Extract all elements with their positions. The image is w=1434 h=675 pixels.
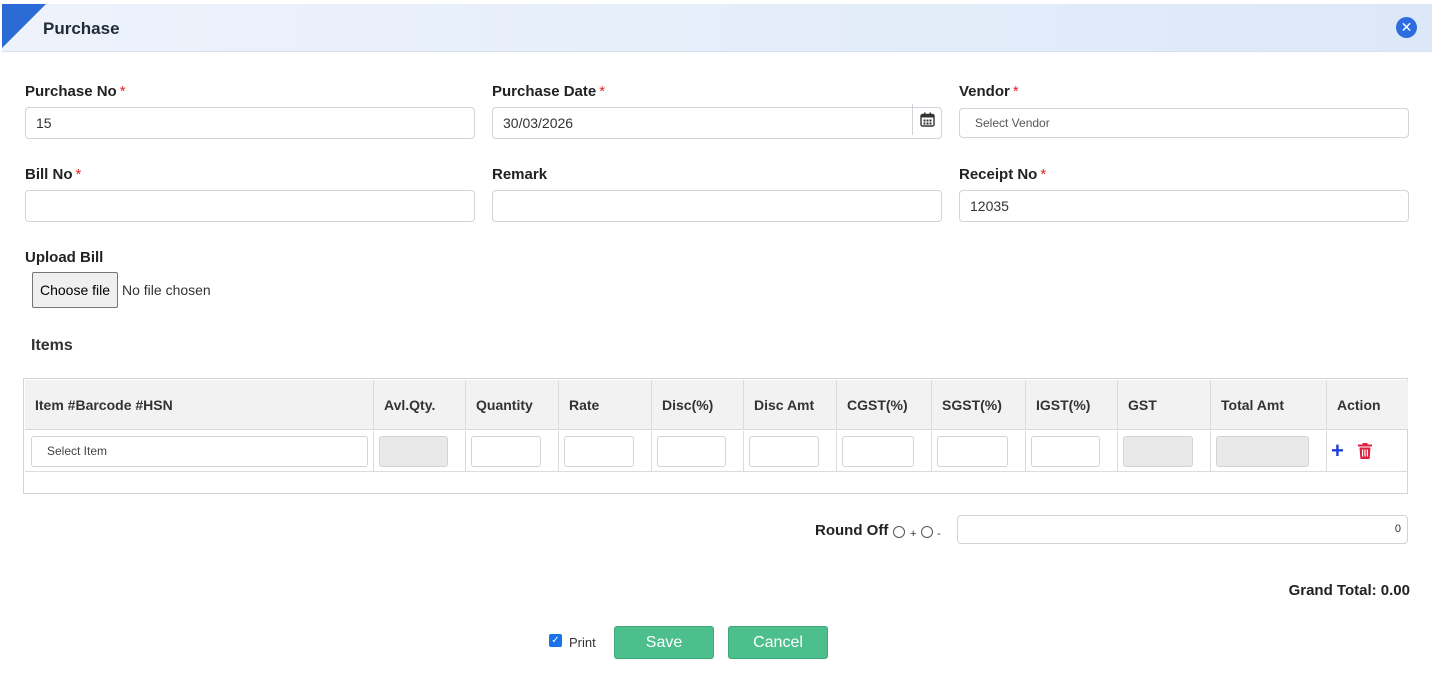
file-status-text: No file chosen <box>122 282 211 298</box>
disc-amt-input[interactable] <box>749 436 819 467</box>
add-row-icon[interactable]: + <box>1331 440 1344 462</box>
purchase-date-label: Purchase Date * <box>492 83 606 100</box>
cell-avl-qty <box>374 431 466 472</box>
round-off-minus-radio[interactable] <box>921 526 933 538</box>
vendor-select[interactable]: Select Vendor <box>959 108 1409 138</box>
cell-cgst <box>837 431 932 472</box>
col-item: Item #Barcode #HSN <box>25 380 374 430</box>
igst-input[interactable] <box>1031 436 1100 467</box>
col-total-amt: Total Amt <box>1211 380 1327 430</box>
items-heading: Items <box>31 337 73 354</box>
col-igst: IGST(%) <box>1026 380 1118 430</box>
cell-sgst <box>932 431 1026 472</box>
close-icon[interactable]: ✕ <box>1396 17 1417 38</box>
header-corner-accent <box>2 4 46 48</box>
select-item-input[interactable]: Select Item <box>31 436 368 467</box>
cancel-button[interactable]: Cancel <box>728 626 828 659</box>
cell-disc-amt <box>744 431 837 472</box>
bill-no-input[interactable] <box>25 190 475 222</box>
col-disc-pct: Disc(%) <box>652 380 744 430</box>
gst-input <box>1123 436 1193 467</box>
round-off-label: Round Off <box>815 522 889 539</box>
modal-title: Purchase <box>43 19 120 38</box>
col-gst: GST <box>1118 380 1211 430</box>
vendor-label: Vendor * <box>959 83 1019 100</box>
purchase-date-input[interactable]: 30/03/2026 <box>492 107 942 139</box>
cell-disc-pct <box>652 431 744 472</box>
col-rate: Rate <box>559 380 652 430</box>
col-quantity: Quantity <box>466 380 559 430</box>
remark-input[interactable] <box>492 190 942 222</box>
col-sgst: SGST(%) <box>932 380 1026 430</box>
purchase-modal: Purchase ✕ <box>2 4 1432 675</box>
table-row: Select Item + <box>25 431 1408 472</box>
disc-pct-input[interactable] <box>657 436 726 467</box>
receipt-no-input[interactable]: 12035 <box>959 190 1409 222</box>
purchase-no-label: Purchase No * <box>25 83 126 100</box>
cell-total-amt <box>1211 431 1327 472</box>
total-amt-input <box>1216 436 1309 467</box>
col-action: Action <box>1337 397 1381 413</box>
purchase-no-input[interactable]: 15 <box>25 107 475 139</box>
print-label: Print <box>569 635 596 650</box>
round-off-plus-sign: + <box>910 528 917 540</box>
round-off-minus-sign: - <box>937 528 941 540</box>
calendar-icon[interactable] <box>912 104 941 135</box>
cell-gst <box>1118 431 1211 472</box>
round-off-input[interactable]: 0 <box>957 515 1408 544</box>
rate-input[interactable] <box>564 436 634 467</box>
table-header: Item #Barcode #HSN Avl.Qty. Quantity Rat… <box>25 380 1408 430</box>
sgst-input[interactable] <box>937 436 1008 467</box>
col-avl-qty: Avl.Qty. <box>374 380 466 430</box>
cell-quantity <box>466 431 559 472</box>
cell-item: Select Item <box>25 431 374 472</box>
remark-label: Remark <box>492 166 548 183</box>
upload-bill-label: Upload Bill <box>25 249 104 266</box>
grand-total: Grand Total: 0.00 <box>1288 582 1410 599</box>
cell-rate <box>559 431 652 472</box>
choose-file-button[interactable]: Choose file <box>32 272 118 308</box>
bill-no-label: Bill No * <box>25 166 82 183</box>
print-checkbox[interactable]: ✓ <box>549 634 562 647</box>
round-off-plus-radio[interactable] <box>893 526 905 538</box>
receipt-no-label: Receipt No * <box>959 166 1047 183</box>
cgst-input[interactable] <box>842 436 914 467</box>
trash-icon[interactable] <box>1358 443 1372 459</box>
quantity-input[interactable] <box>471 436 541 467</box>
avl-qty-input <box>379 436 448 467</box>
cell-igst <box>1026 431 1118 472</box>
modal-header: Purchase ✕ <box>2 4 1432 52</box>
col-disc-amt: Disc Amt <box>744 380 837 430</box>
items-table: Item #Barcode #HSN Avl.Qty. Quantity Rat… <box>23 378 1408 494</box>
save-button[interactable]: Save <box>614 626 714 659</box>
col-cgst: CGST(%) <box>837 380 932 430</box>
